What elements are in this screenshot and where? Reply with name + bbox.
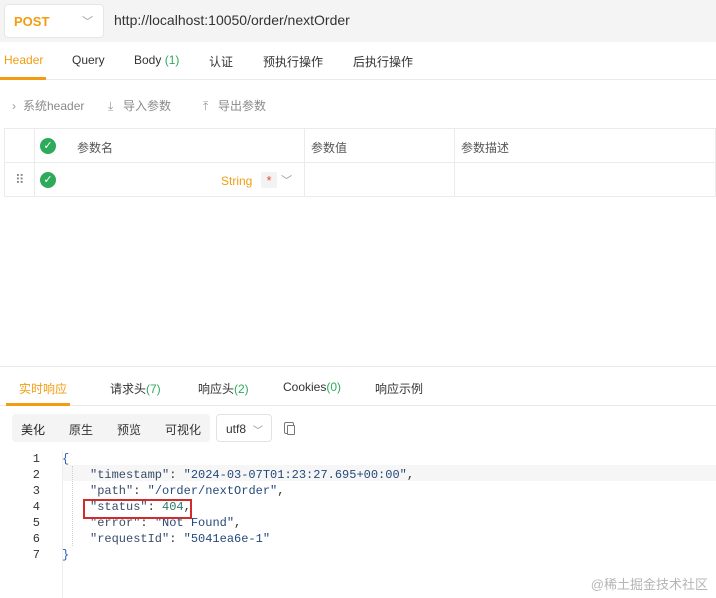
tab-response-headers[interactable]: 响应头(2) bbox=[198, 380, 249, 397]
status-highlight-box bbox=[83, 499, 192, 519]
code-line: "timestamp": "2024-03-07T01:23:27.695+00… bbox=[90, 468, 415, 482]
view-raw[interactable]: 原生 bbox=[69, 421, 93, 438]
import-params-label: 导入参数 bbox=[123, 99, 172, 113]
view-pretty[interactable]: 美化 bbox=[21, 421, 45, 438]
tab-response-headers-count: (2) bbox=[234, 382, 249, 396]
tab-header[interactable]: Header bbox=[4, 53, 43, 67]
code-line: } bbox=[62, 548, 69, 562]
line-number-gutter: 1 2 3 4 5 6 7 bbox=[4, 450, 62, 598]
export-params-button[interactable]: ⤒ 导出参数 bbox=[203, 97, 266, 114]
json-comma: , bbox=[234, 516, 242, 530]
import-params-button[interactable]: ⤓ 导入参数 bbox=[108, 97, 171, 114]
system-header-label: 系统header bbox=[23, 99, 85, 113]
view-visualize[interactable]: 可视化 bbox=[165, 421, 201, 438]
table-header: ✓ 参数名 参数值 参数描述 bbox=[5, 129, 716, 163]
tab-body[interactable]: Body (1) bbox=[134, 53, 179, 67]
tab-query[interactable]: Query bbox=[72, 53, 105, 67]
view-mode-switch: 美化 原生 预览 可视化 bbox=[12, 414, 210, 442]
tab-pre-script[interactable]: 预执行操作 bbox=[263, 53, 323, 70]
json-value: "5041ea6e-1" bbox=[183, 532, 271, 546]
params-table: ✓ 参数名 参数值 参数描述 ⠿ ✓ String * ﹀ bbox=[4, 128, 716, 197]
table-row: ⠿ ✓ String * ﹀ bbox=[5, 163, 716, 197]
tab-request-headers-label: 请求头 bbox=[110, 382, 147, 396]
json-value: "/order/nextOrder" bbox=[147, 484, 278, 498]
json-brace: } bbox=[62, 548, 70, 562]
tab-response-headers-label: 响应头 bbox=[198, 382, 235, 396]
view-preview[interactable]: 预览 bbox=[117, 421, 141, 438]
required-toggle[interactable]: * bbox=[261, 172, 277, 188]
upload-icon: ⤒ bbox=[203, 99, 209, 113]
chevron-down-icon: ﹀ bbox=[253, 426, 263, 437]
download-icon: ⤓ bbox=[108, 99, 114, 113]
tab-cookies-label: Cookies bbox=[283, 380, 327, 394]
encoding-value: utf8 bbox=[226, 422, 247, 436]
col-param-name: 参数名 bbox=[77, 141, 114, 155]
response-body[interactable]: 1 2 3 4 5 6 7 { "timestamp": "2024-03-07… bbox=[0, 450, 716, 598]
tab-request-headers-count: (7) bbox=[146, 382, 161, 396]
json-brace: { bbox=[62, 452, 70, 466]
tab-post-script[interactable]: 后执行操作 bbox=[353, 53, 413, 70]
indent-guide bbox=[72, 466, 73, 546]
response-tabs: 实时响应 请求头(7) 响应头(2) Cookies(0) 响应示例 bbox=[0, 366, 716, 406]
request-tabs: Header Query Body (1) 认证 预执行操作 后执行操作 bbox=[0, 42, 716, 80]
json-comma: , bbox=[277, 484, 285, 498]
line-number: 5 bbox=[32, 516, 40, 530]
tab-auth[interactable]: 认证 bbox=[209, 53, 233, 70]
encoding-select[interactable]: utf8 ﹀ bbox=[216, 414, 272, 442]
json-comma: , bbox=[406, 468, 415, 482]
line-number: 7 bbox=[32, 548, 40, 562]
url-input[interactable]: http://localhost:10050/order/nextOrder bbox=[114, 12, 350, 28]
json-key: "requestId" bbox=[90, 532, 170, 546]
col-param-value: 参数值 bbox=[311, 141, 348, 155]
chevron-right-icon: › bbox=[12, 99, 16, 113]
tab-body-label: Body bbox=[134, 53, 162, 67]
json-key: "timestamp" bbox=[90, 468, 170, 482]
col-param-desc: 参数描述 bbox=[461, 141, 510, 155]
param-toolbar: › 系统header ⤓ 导入参数 ⤒ 导出参数 bbox=[0, 80, 716, 128]
json-key: "path" bbox=[90, 484, 134, 498]
line-number: 1 bbox=[32, 452, 40, 466]
tab-realtime-response[interactable]: 实时响应 bbox=[19, 380, 67, 397]
tab-response-example[interactable]: 响应示例 bbox=[375, 380, 423, 397]
param-type[interactable]: String bbox=[221, 174, 252, 188]
select-all-check-icon[interactable]: ✓ bbox=[40, 138, 56, 154]
line-number: 2 bbox=[32, 468, 40, 482]
method-select[interactable]: POST ﹀ bbox=[4, 4, 104, 38]
copy-icon[interactable] bbox=[284, 422, 295, 435]
export-params-label: 导出参数 bbox=[218, 99, 267, 113]
code-line: { bbox=[62, 452, 69, 466]
view-toolbar: 美化 原生 预览 可视化 utf8 ﹀ bbox=[0, 406, 716, 450]
system-header-toggle[interactable]: › 系统header bbox=[12, 97, 84, 114]
line-number: 4 bbox=[32, 500, 40, 514]
line-number: 3 bbox=[32, 484, 40, 498]
url-bar: POST ﹀ http://localhost:10050/order/next… bbox=[0, 0, 716, 42]
tab-cookies[interactable]: Cookies(0) bbox=[283, 380, 341, 394]
tab-request-headers[interactable]: 请求头(7) bbox=[110, 380, 161, 397]
gutter-divider bbox=[62, 450, 63, 598]
drag-handle-icon[interactable]: ⠿ bbox=[15, 172, 24, 188]
code-line: "requestId": "5041ea6e-1" bbox=[90, 532, 271, 546]
json-value: "2024-03-07T01:23:27.695+00:00" bbox=[183, 468, 407, 482]
method-label: POST bbox=[14, 14, 50, 29]
chevron-down-icon[interactable]: ﹀ bbox=[281, 172, 292, 188]
chevron-down-icon: ﹀ bbox=[82, 16, 93, 28]
code-line: "path": "/order/nextOrder", bbox=[90, 484, 285, 498]
tab-cookies-count: (0) bbox=[326, 380, 342, 394]
tab-body-count: (1) bbox=[164, 53, 180, 67]
line-number: 6 bbox=[32, 532, 40, 546]
watermark: @稀土掘金技术社区 bbox=[590, 577, 708, 592]
row-enabled-check-icon[interactable]: ✓ bbox=[40, 172, 56, 188]
